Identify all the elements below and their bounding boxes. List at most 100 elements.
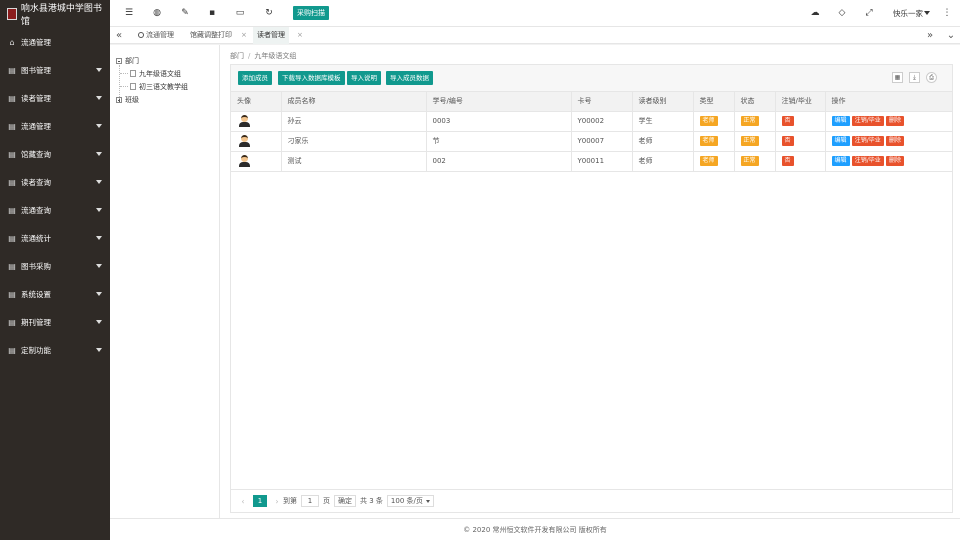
menu-toggle-icon[interactable]: ☰: [124, 8, 134, 18]
user-menu[interactable]: 快乐一家: [893, 8, 923, 19]
grid-toolbar: 添加成员 下载导入数据库模板 导入说明 导入成员数据 ▦ ⤓ ⎙: [231, 65, 952, 92]
sidebar-item-circulation-manage[interactable]: ▤ 流通管理: [0, 112, 110, 140]
sidebar-item-reader-search[interactable]: ▤ 读者查询: [0, 168, 110, 196]
total-count: 共 3 条: [360, 497, 383, 505]
tree-node-class[interactable]: 班级: [116, 95, 139, 105]
sidebar-item-label: 读者查询: [21, 177, 51, 187]
tree-node-label: 班级: [125, 96, 139, 104]
cancelled-badge: 否: [781, 136, 794, 146]
next-page-icon[interactable]: ›: [271, 497, 283, 506]
table-row[interactable]: 孙云 0003 Y00002 学生 老师 正常 否 编辑 注销/毕业 删除: [231, 111, 952, 132]
cancelled-cell: 否: [775, 151, 826, 172]
current-page[interactable]: 1: [253, 495, 267, 507]
sidebar-item-circulation-stats[interactable]: ▤ 流通统计: [0, 224, 110, 252]
table-row[interactable]: 测试 002 Y00011 老师 老师 正常 否 编辑 注销/毕业 删除: [231, 151, 952, 172]
sidebar-item-purchase[interactable]: ▤ 图书采购: [0, 252, 110, 280]
column-header[interactable]: 类型: [693, 92, 735, 112]
tab-prev-icon[interactable]: «: [110, 27, 128, 44]
column-header[interactable]: 卡号: [571, 92, 633, 112]
purchase-scan-button[interactable]: 采购扫描: [293, 6, 329, 20]
sidebar-item-books[interactable]: ▤ 图书管理: [0, 56, 110, 84]
close-icon[interactable]: ×: [241, 27, 247, 44]
sidebar-item-settings[interactable]: ▤ 系统设置: [0, 280, 110, 308]
tab-collection-print[interactable]: 馆藏调整打印: [186, 27, 236, 44]
download-template-button[interactable]: 下载导入数据库模板: [278, 71, 345, 85]
edit-button[interactable]: 编辑: [831, 156, 850, 166]
edit-button[interactable]: 编辑: [831, 116, 850, 126]
column-header[interactable]: 头像: [231, 92, 282, 112]
chevron-down-icon: [96, 208, 102, 212]
reader-level: 老师: [632, 131, 694, 152]
close-icon[interactable]: ×: [297, 27, 303, 44]
goto-page-input[interactable]: 1: [301, 495, 319, 507]
goto-confirm-button[interactable]: 确定: [334, 495, 356, 507]
tab-reader-manage[interactable]: 读者管理: [253, 27, 289, 44]
column-header[interactable]: 学号/编号: [426, 92, 572, 112]
pencil-icon[interactable]: ✎: [180, 8, 190, 18]
window-icon[interactable]: ▭: [235, 8, 245, 18]
delete-button[interactable]: 删除: [886, 156, 905, 166]
chevron-down-icon[interactable]: [924, 11, 930, 15]
tab-circulation[interactable]: 流通管理: [134, 27, 178, 44]
import-help-button[interactable]: 导入说明: [347, 71, 381, 85]
custom-icon: ▤: [8, 345, 16, 355]
goto-label: 到第: [283, 497, 297, 505]
sidebar-item-custom[interactable]: ▤ 定制功能: [0, 336, 110, 364]
column-header[interactable]: 成员名称: [281, 92, 427, 112]
edit-button[interactable]: 编辑: [831, 136, 850, 146]
tree-connector: [120, 73, 128, 74]
chevron-down-icon: [96, 124, 102, 128]
breadcrumb-item[interactable]: 部门: [230, 52, 244, 60]
import-data-button[interactable]: 导入成员数据: [386, 71, 433, 85]
sidebar-item-label: 流通统计: [21, 233, 51, 243]
column-header[interactable]: 状态: [734, 92, 776, 112]
breadcrumb-separator: /: [248, 52, 251, 60]
tree-node-label: 初三语文教学组: [139, 83, 188, 91]
journal-icon: ▤: [8, 317, 16, 327]
sidebar-item-label: 流通查询: [21, 205, 51, 215]
column-header[interactable]: 注销/毕业: [775, 92, 826, 112]
tab-label: 馆藏调整打印: [190, 31, 232, 39]
tab-next-icon[interactable]: »: [921, 27, 939, 44]
member-number: 节: [426, 131, 572, 152]
prev-page-icon[interactable]: ‹: [237, 497, 249, 506]
sidebar-item-label: 图书采购: [21, 261, 51, 271]
refresh-icon[interactable]: ↻: [264, 8, 274, 18]
cancel-graduate-button[interactable]: 注销/毕业: [851, 116, 884, 126]
file-icon: [130, 83, 136, 90]
collapse-icon[interactable]: [116, 58, 122, 64]
chevron-down-icon[interactable]: ⌄: [942, 27, 960, 44]
table-row[interactable]: 刁家乐 节 Y00007 老师 老师 正常 否 编辑 注销/毕业 删除: [231, 131, 952, 152]
sidebar-item-collection-search[interactable]: ▤ 馆藏查询: [0, 140, 110, 168]
cancel-graduate-button[interactable]: 注销/毕业: [851, 156, 884, 166]
fullscreen-icon[interactable]: ⤢: [864, 8, 874, 18]
avatar-icon: [239, 115, 250, 127]
add-member-button[interactable]: 添加成员: [238, 71, 272, 85]
book-icon: ▤: [8, 65, 16, 75]
delete-button[interactable]: 删除: [886, 136, 905, 146]
delete-button[interactable]: 删除: [886, 116, 905, 126]
message-icon[interactable]: ▪: [207, 8, 217, 18]
member-name: 测试: [281, 151, 427, 172]
status-cell: 正常: [734, 151, 776, 172]
cancel-graduate-button[interactable]: 注销/毕业: [851, 136, 884, 146]
tree-node-grade9-chinese[interactable]: 九年级语文组: [130, 69, 181, 79]
sidebar-item-label: 图书管理: [21, 65, 51, 75]
expand-icon[interactable]: [116, 97, 122, 103]
export-icon[interactable]: ⤓: [909, 72, 920, 83]
page-size-select[interactable]: 100 条/页: [386, 495, 434, 507]
more-icon[interactable]: ⋮: [942, 8, 952, 18]
sidebar-item-circulation-search[interactable]: ▤ 流通查询: [0, 196, 110, 224]
columns-icon[interactable]: ▦: [892, 72, 903, 83]
column-header[interactable]: 读者级别: [632, 92, 694, 112]
sidebar-item-journals[interactable]: ▤ 期刊管理: [0, 308, 110, 336]
theme-icon[interactable]: ☁: [810, 8, 820, 18]
column-header[interactable]: 操作: [825, 92, 952, 112]
tree-node-grade9-teaching[interactable]: 初三语文教学组: [130, 82, 188, 92]
sidebar-item-readers[interactable]: ▤ 读者管理: [0, 84, 110, 112]
sidebar-item-label: 馆藏查询: [21, 149, 51, 159]
print-icon[interactable]: ⎙: [926, 72, 937, 83]
globe-icon[interactable]: ◍: [152, 8, 162, 18]
sidebar-item-circulation[interactable]: ⌂ 流通管理: [0, 28, 110, 56]
tag-icon[interactable]: ◇: [837, 8, 847, 18]
